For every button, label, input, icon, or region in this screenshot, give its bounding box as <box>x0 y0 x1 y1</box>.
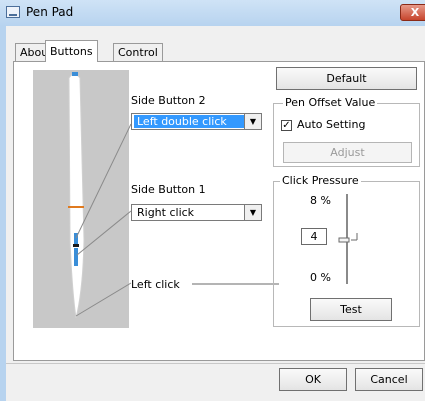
side-button-2-select[interactable]: Left double click ▼ <box>131 113 262 130</box>
pen-pad-icon <box>6 6 20 18</box>
chevron-down-icon[interactable]: ▼ <box>244 205 261 220</box>
pressure-value-box: 4 <box>301 228 327 245</box>
title-bar[interactable]: Pen Pad X <box>0 0 425 26</box>
side-button-1-value: Right click <box>137 206 195 219</box>
default-button[interactable]: Default <box>276 67 417 90</box>
pressure-max-label: 8 % <box>310 194 331 207</box>
side-button-2-value: Left double click <box>134 115 250 128</box>
left-click-label: Left click <box>131 278 180 291</box>
pen-offset-title: Pen Offset Value <box>283 96 378 109</box>
close-icon[interactable]: X <box>400 4 425 21</box>
side-button-1-select[interactable]: Right click ▼ <box>131 204 262 221</box>
auto-setting-label: Auto Setting <box>297 118 366 131</box>
pressure-slider[interactable] <box>335 190 365 290</box>
bottom-separator <box>6 363 425 364</box>
adjust-button[interactable]: Adjust <box>283 142 412 163</box>
window-title: Pen Pad <box>26 5 74 19</box>
test-button[interactable]: Test <box>310 298 392 321</box>
ok-button[interactable]: OK <box>279 368 347 391</box>
tab-control[interactable]: Control <box>113 43 163 61</box>
slider-thumb <box>338 237 350 243</box>
pressure-min-label: 0 % <box>310 271 331 284</box>
click-pressure-title: Click Pressure <box>280 174 361 187</box>
chevron-down-icon[interactable]: ▼ <box>244 114 261 129</box>
cancel-button[interactable]: Cancel <box>355 368 423 391</box>
pen-illustration-area <box>33 70 129 328</box>
pen-pad-window: Pen Pad X About Buttons Control Side But… <box>0 0 425 401</box>
tab-buttons[interactable]: Buttons <box>45 40 98 62</box>
checkmark-icon: ✓ <box>282 120 291 131</box>
side-button-2-label: Side Button 2 <box>131 94 206 107</box>
auto-setting-checkbox[interactable]: ✓ <box>281 120 292 131</box>
side-button-1-label: Side Button 1 <box>131 183 206 196</box>
